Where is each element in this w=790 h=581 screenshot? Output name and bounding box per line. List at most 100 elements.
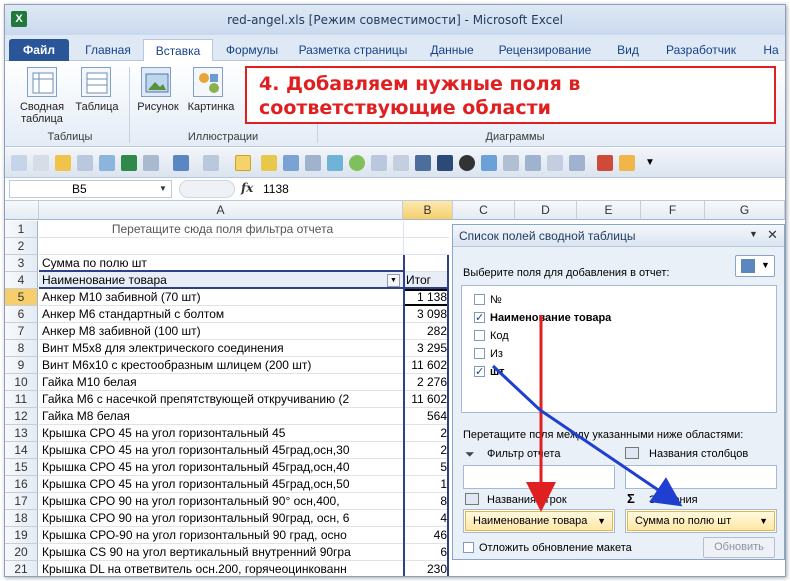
row-header[interactable]: 6 (5, 306, 38, 323)
cell-b[interactable] (403, 221, 449, 238)
toolbar-icon[interactable] (327, 155, 343, 171)
toolbar-icon[interactable] (283, 155, 299, 171)
tab-formulas[interactable]: Формулы (215, 39, 289, 61)
toolbar-icon[interactable] (459, 155, 475, 171)
cell-b[interactable]: 3 098 (403, 306, 449, 323)
rows-field-dropdown[interactable]: Наименование товара ▼ (465, 511, 613, 531)
cell-a[interactable]: Винт М6х10 с крестообразным шлицем (200 … (39, 357, 403, 374)
cell-a[interactable]: Анкер М8 забивной (100 шт) (39, 323, 403, 340)
cell-b[interactable]: 3 295 (403, 340, 449, 357)
field-item[interactable]: Наименование товара (474, 310, 611, 326)
name-box[interactable]: B5 (9, 180, 172, 198)
update-button[interactable]: Обновить (703, 537, 775, 558)
field-item[interactable]: Из (474, 346, 503, 362)
cell-a[interactable]: Перетащите сюда поля фильтра отчета (39, 221, 403, 238)
tab-insert[interactable]: Вставка (143, 39, 213, 61)
toolbar-icon[interactable] (349, 155, 365, 171)
redo-icon[interactable] (203, 155, 219, 171)
cell-a[interactable]: Винт М5х8 для электрического соединения (39, 340, 403, 357)
toolbar-icon[interactable] (437, 155, 453, 171)
cell-b[interactable]: 2 (403, 425, 449, 442)
column-header-b[interactable]: B (403, 201, 453, 220)
checkbox-field-4[interactable] (474, 348, 485, 359)
field-item[interactable]: шт (474, 364, 505, 380)
cell-a[interactable]: Гайка М10 белая (39, 374, 403, 391)
cell-b[interactable]: 282 (403, 323, 449, 340)
checkbox-field-3[interactable] (474, 330, 485, 341)
field-item[interactable]: № (474, 292, 502, 308)
cell-b[interactable]: 4 (403, 510, 449, 527)
tab-file[interactable]: Файл (9, 39, 69, 61)
tab-page-layout[interactable]: Разметка страницы (292, 39, 414, 61)
values-drop-zone[interactable]: Сумма по полю шт ▼ (625, 509, 777, 533)
checkbox-field-2[interactable] (474, 310, 485, 326)
formula-input[interactable]: 1138 (263, 182, 289, 196)
column-header-f[interactable]: F (641, 201, 705, 220)
row-header[interactable]: 2 (5, 238, 38, 255)
toolbar-icon[interactable] (619, 155, 635, 171)
table-button[interactable]: Таблица (71, 101, 123, 113)
row-header[interactable]: 9 (5, 357, 38, 374)
field-item[interactable]: Код (474, 328, 509, 344)
row-header[interactable]: 10 (5, 374, 38, 391)
select-all-corner[interactable] (5, 201, 39, 220)
row-header[interactable]: 16 (5, 476, 38, 493)
cell-b[interactable] (403, 238, 449, 255)
column-header-e[interactable]: E (577, 201, 641, 220)
undo-icon[interactable] (173, 155, 189, 171)
cell-b[interactable]: 564 (403, 408, 449, 425)
cell-b[interactable]: 2 276 (403, 374, 449, 391)
row-header[interactable]: 17 (5, 493, 38, 510)
checkbox-field-1[interactable] (474, 294, 485, 305)
values-field-dropdown[interactable]: Сумма по полю шт ▼ (627, 511, 775, 531)
tab-data[interactable]: Данные (419, 39, 485, 61)
column-header-d[interactable]: D (515, 201, 577, 220)
rows-drop-zone[interactable]: Наименование товара ▼ (463, 509, 615, 533)
row-header[interactable]: 21 (5, 561, 38, 576)
cell-a[interactable]: Крышка СРО 45 на угол горизонтальный 45г… (39, 459, 403, 476)
row-header[interactable]: 12 (5, 408, 38, 425)
tab-review[interactable]: Рецензирование (489, 39, 601, 61)
tab-more[interactable]: На (757, 39, 785, 61)
toolbar-icon[interactable] (525, 155, 541, 171)
toolbar-icon[interactable] (55, 155, 71, 171)
row-header[interactable]: 11 (5, 391, 38, 408)
tab-developer[interactable]: Разработчик (653, 39, 749, 61)
cell-a[interactable]: Крышка СРО 45 на угол горизонтальный 45г… (39, 442, 403, 459)
row-header[interactable]: 5 (5, 289, 38, 306)
cell-a[interactable]: Гайка М8 белая (39, 408, 403, 425)
cell-a[interactable] (39, 238, 403, 255)
row-header[interactable]: 7 (5, 323, 38, 340)
close-icon[interactable]: ✕ (767, 227, 778, 243)
filter-dropdown-icon[interactable]: ▼ (387, 274, 400, 287)
cell-b[interactable] (403, 255, 449, 272)
row-header[interactable]: 13 (5, 425, 38, 442)
cell-b[interactable]: 230 (403, 561, 449, 576)
tab-home[interactable]: Главная (75, 39, 141, 61)
toolbar-icon[interactable] (143, 155, 159, 171)
row-header[interactable]: 19 (5, 527, 38, 544)
toolbar-icon[interactable] (371, 155, 387, 171)
cell-b[interactable]: 11 602 (403, 357, 449, 374)
picture-button[interactable]: Рисунок (133, 101, 183, 113)
pivot-table-button[interactable]: Сводная таблица (13, 101, 71, 125)
cell-b[interactable]: 8 (403, 493, 449, 510)
toolbar-icon[interactable] (503, 155, 519, 171)
cell-a[interactable]: Крышка СРО 90 на угол горизонтальный 90°… (39, 493, 403, 510)
row-header[interactable]: 8 (5, 340, 38, 357)
toolbar-icon[interactable] (569, 155, 585, 171)
tab-view[interactable]: Вид (609, 39, 647, 61)
row-header[interactable]: 4 (5, 272, 38, 289)
cell-a[interactable]: Крышка СРО 90 на угол горизонтальный 90г… (39, 510, 403, 527)
cell-a[interactable]: Крышка DL на ответвитель осн.200, горяче… (39, 561, 403, 576)
row-header[interactable]: 14 (5, 442, 38, 459)
cell-b[interactable]: 5 (403, 459, 449, 476)
layout-options-button[interactable]: ▼ (735, 255, 775, 277)
toolbar-icon[interactable] (261, 155, 277, 171)
cell-a[interactable]: Сумма по полю шт (39, 255, 403, 272)
filter-drop-zone[interactable] (463, 465, 615, 489)
formula-expand-control[interactable] (179, 180, 235, 198)
column-header-g[interactable]: G (705, 201, 785, 220)
cell-b[interactable]: 6 (403, 544, 449, 561)
cell-a[interactable]: Наименование товара (39, 272, 403, 289)
